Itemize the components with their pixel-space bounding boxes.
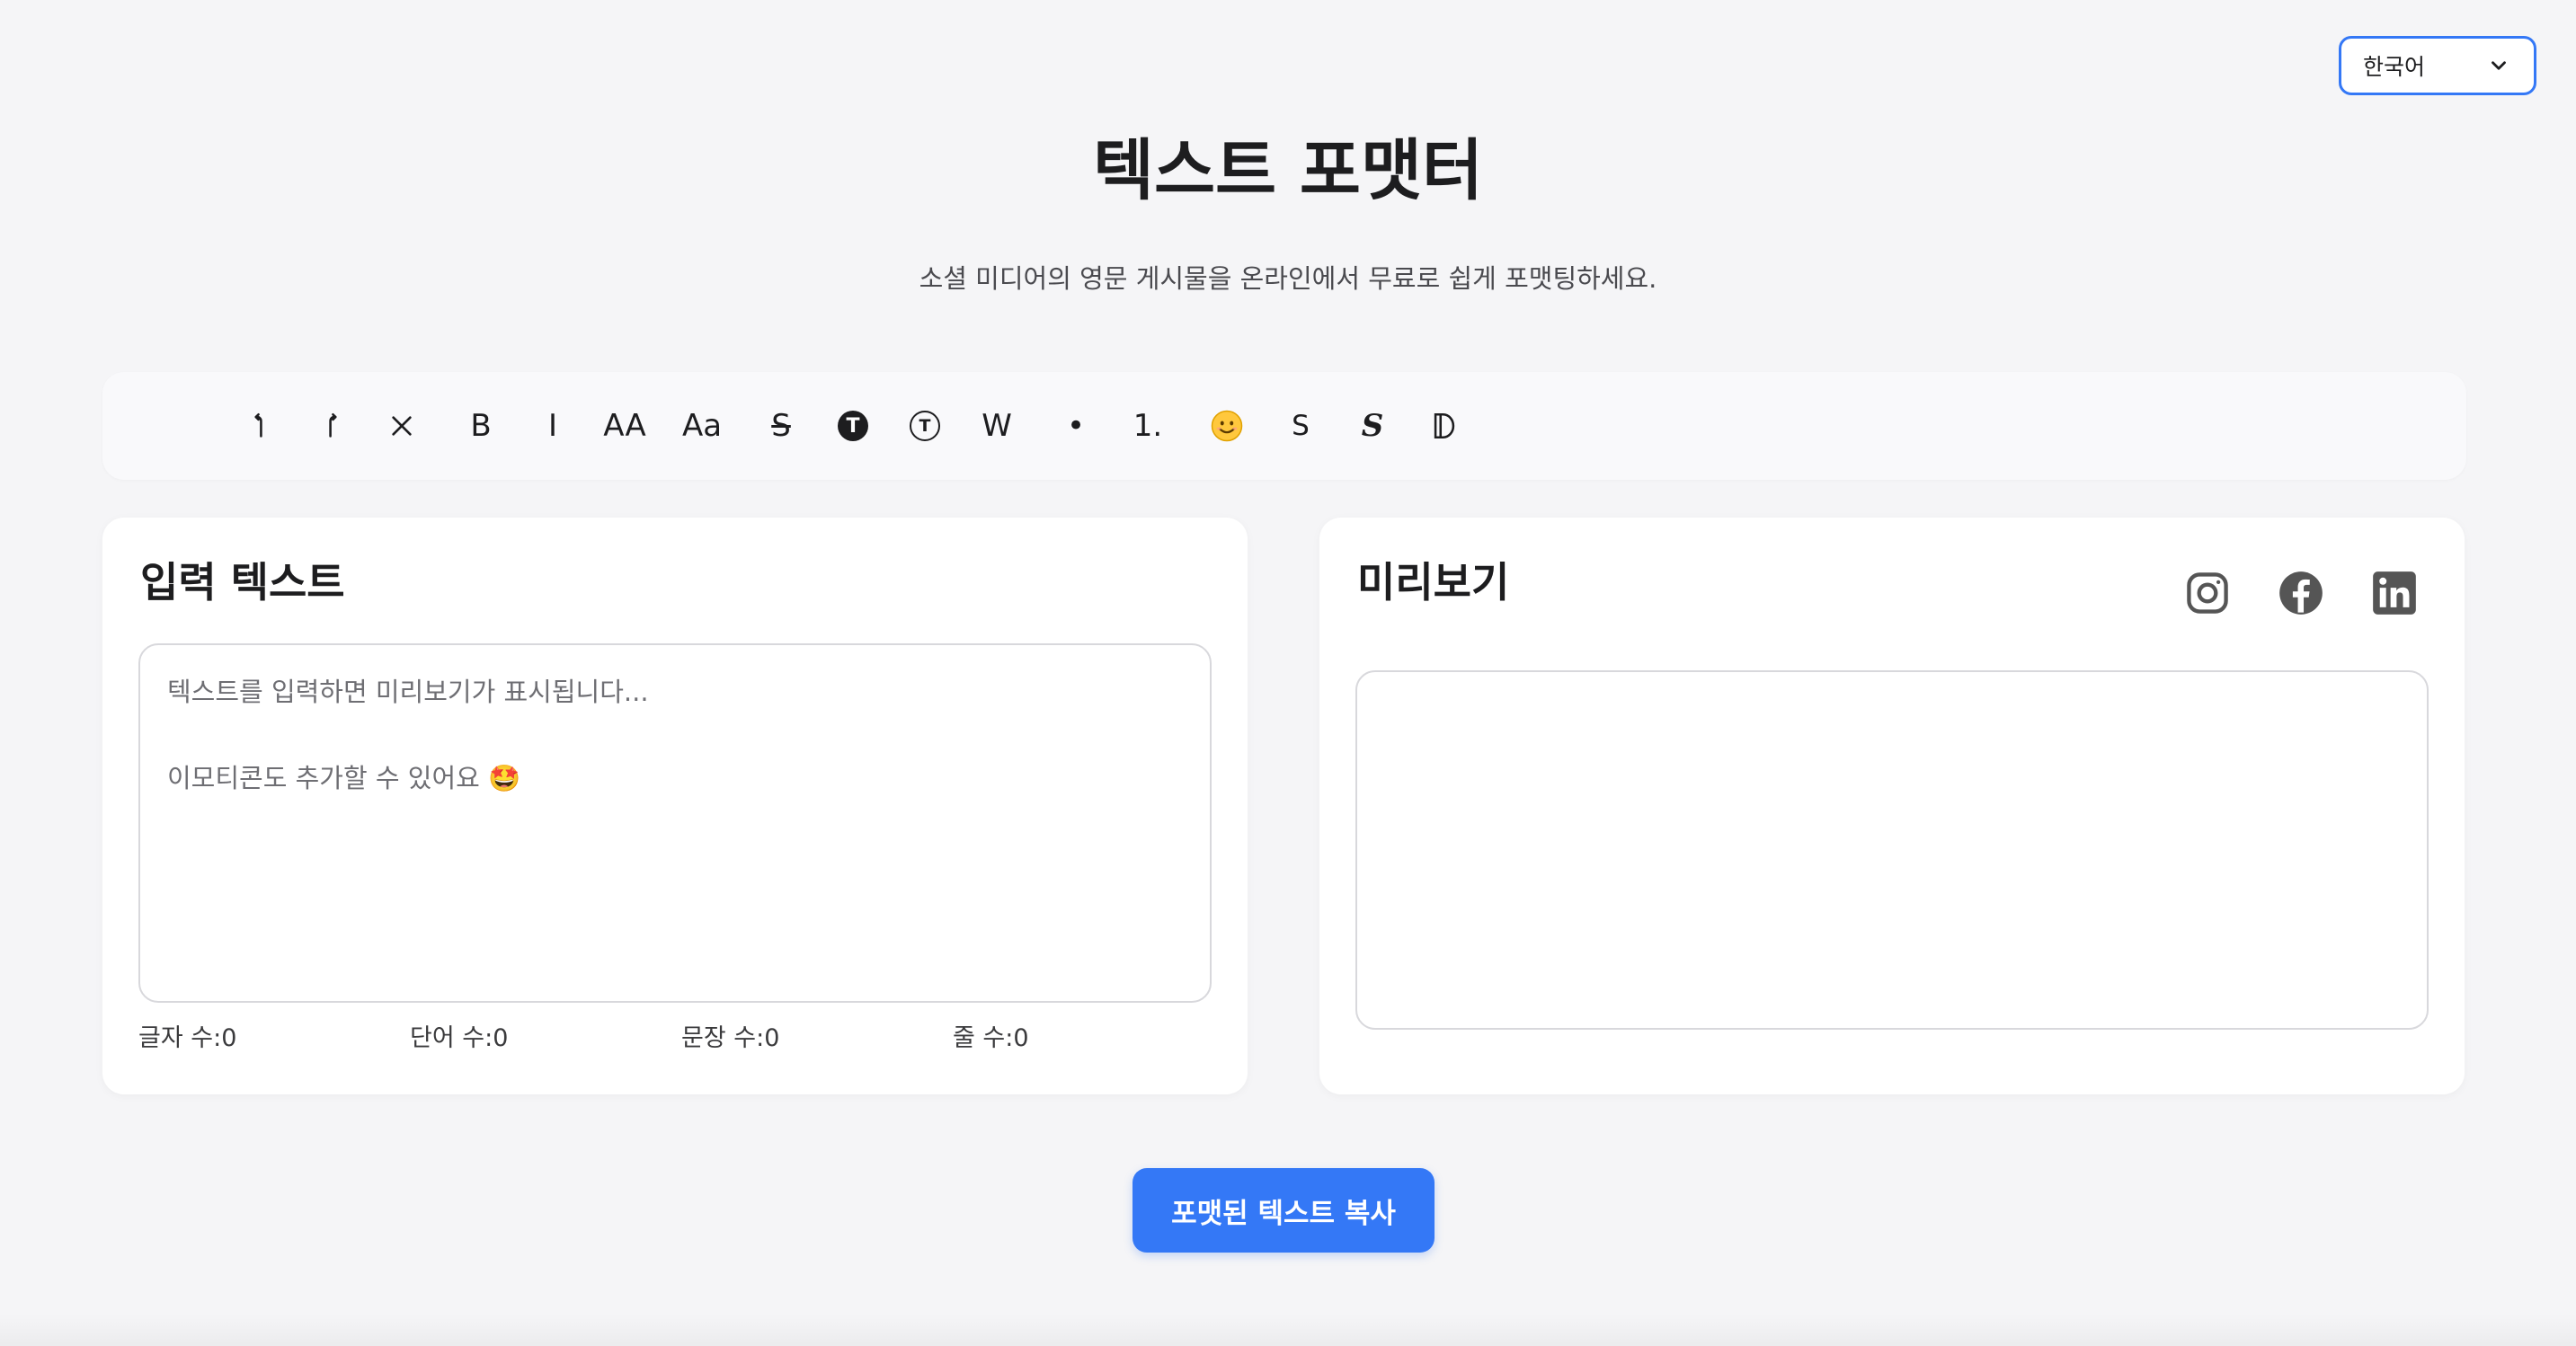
double-struck-button[interactable] xyxy=(1413,395,1476,456)
redo-button[interactable] xyxy=(300,395,363,456)
capitalize-label: Aa xyxy=(681,408,723,444)
uppercase-label: AA xyxy=(603,408,646,444)
linkedin-icon[interactable] xyxy=(2369,568,2420,618)
preview-output xyxy=(1355,670,2429,1030)
input-panel: 입력 텍스트 텍스트를 입력하면 미리보기가 표시됩니다... 이모티콘도 추가… xyxy=(102,518,1248,1094)
capitalize-button[interactable]: Aa xyxy=(671,395,733,456)
emoji-button[interactable] xyxy=(1195,395,1258,456)
redo-icon xyxy=(329,412,337,438)
preview-panel-title: 미리보기 xyxy=(1357,558,1510,607)
close-icon xyxy=(392,416,412,436)
strikethrough-button[interactable]: S xyxy=(750,395,813,456)
word-count: 단어 수:0 xyxy=(410,1024,509,1052)
text-stats: 글자 수:0 단어 수:0 문장 수:0 줄 수:0 xyxy=(138,1021,1212,1057)
language-select[interactable]: 한국어 xyxy=(2339,36,2536,95)
chevron-down-icon xyxy=(2492,61,2506,70)
format-toolbar: B I AA Aa S T T W • 1. S S xyxy=(102,372,2466,480)
wide-label: W xyxy=(982,408,1012,444)
wide-text-button[interactable]: W xyxy=(965,395,1028,456)
line-count: 줄 수:0 xyxy=(953,1024,1029,1052)
bold-button[interactable]: B xyxy=(449,395,512,456)
circled-outline-button[interactable]: T xyxy=(893,395,956,456)
input-panel-title: 입력 텍스트 xyxy=(140,558,345,607)
char-count: 글자 수:0 xyxy=(138,1024,237,1052)
facebook-icon[interactable] xyxy=(2276,568,2326,618)
strikethrough-label: S xyxy=(771,408,791,444)
circled-filled-label: T xyxy=(838,411,868,441)
page-title: 텍스트 포맷터 xyxy=(1092,132,1484,209)
circled-filled-button[interactable]: T xyxy=(822,395,884,456)
smiley-icon xyxy=(1211,410,1243,442)
italic-label: I xyxy=(547,408,558,444)
script-label: S xyxy=(1361,408,1384,444)
numbered-list-button[interactable]: 1. xyxy=(1116,395,1179,456)
bullet-list-button[interactable]: • xyxy=(1044,395,1107,456)
sans-serif-button[interactable]: S xyxy=(1269,395,1332,456)
copy-formatted-text-button[interactable]: 포맷된 텍스트 복사 xyxy=(1133,1168,1435,1253)
numbered-label: 1. xyxy=(1133,408,1163,444)
language-select-value: 한국어 xyxy=(2363,54,2426,80)
bottom-shade xyxy=(0,1314,2576,1346)
double-struck-d-icon xyxy=(1434,412,1455,439)
clear-button[interactable] xyxy=(370,395,433,456)
circled-outline-label: T xyxy=(910,411,940,441)
input-textarea[interactable]: 텍스트를 입력하면 미리보기가 표시됩니다... 이모티콘도 추가할 수 있어요… xyxy=(138,643,1212,1003)
undo-icon xyxy=(254,412,262,438)
italic-button[interactable]: I xyxy=(521,395,584,456)
sentence-count: 문장 수:0 xyxy=(681,1024,780,1052)
bullet-label: • xyxy=(1066,408,1086,444)
instagram-icon[interactable] xyxy=(2182,568,2233,618)
bold-label: B xyxy=(470,408,492,444)
uppercase-button[interactable]: AA xyxy=(593,395,656,456)
sans-serif-label: S xyxy=(1292,410,1310,442)
script-button[interactable]: S xyxy=(1341,395,1404,456)
social-preview-switcher xyxy=(2182,568,2420,625)
undo-button[interactable] xyxy=(228,395,291,456)
preview-panel: 미리보기 xyxy=(1319,518,2465,1094)
page-subtitle: 소셜 미디어의 영문 게시물을 온라인에서 무료로 쉽게 포맷팅하세요. xyxy=(919,263,1657,294)
